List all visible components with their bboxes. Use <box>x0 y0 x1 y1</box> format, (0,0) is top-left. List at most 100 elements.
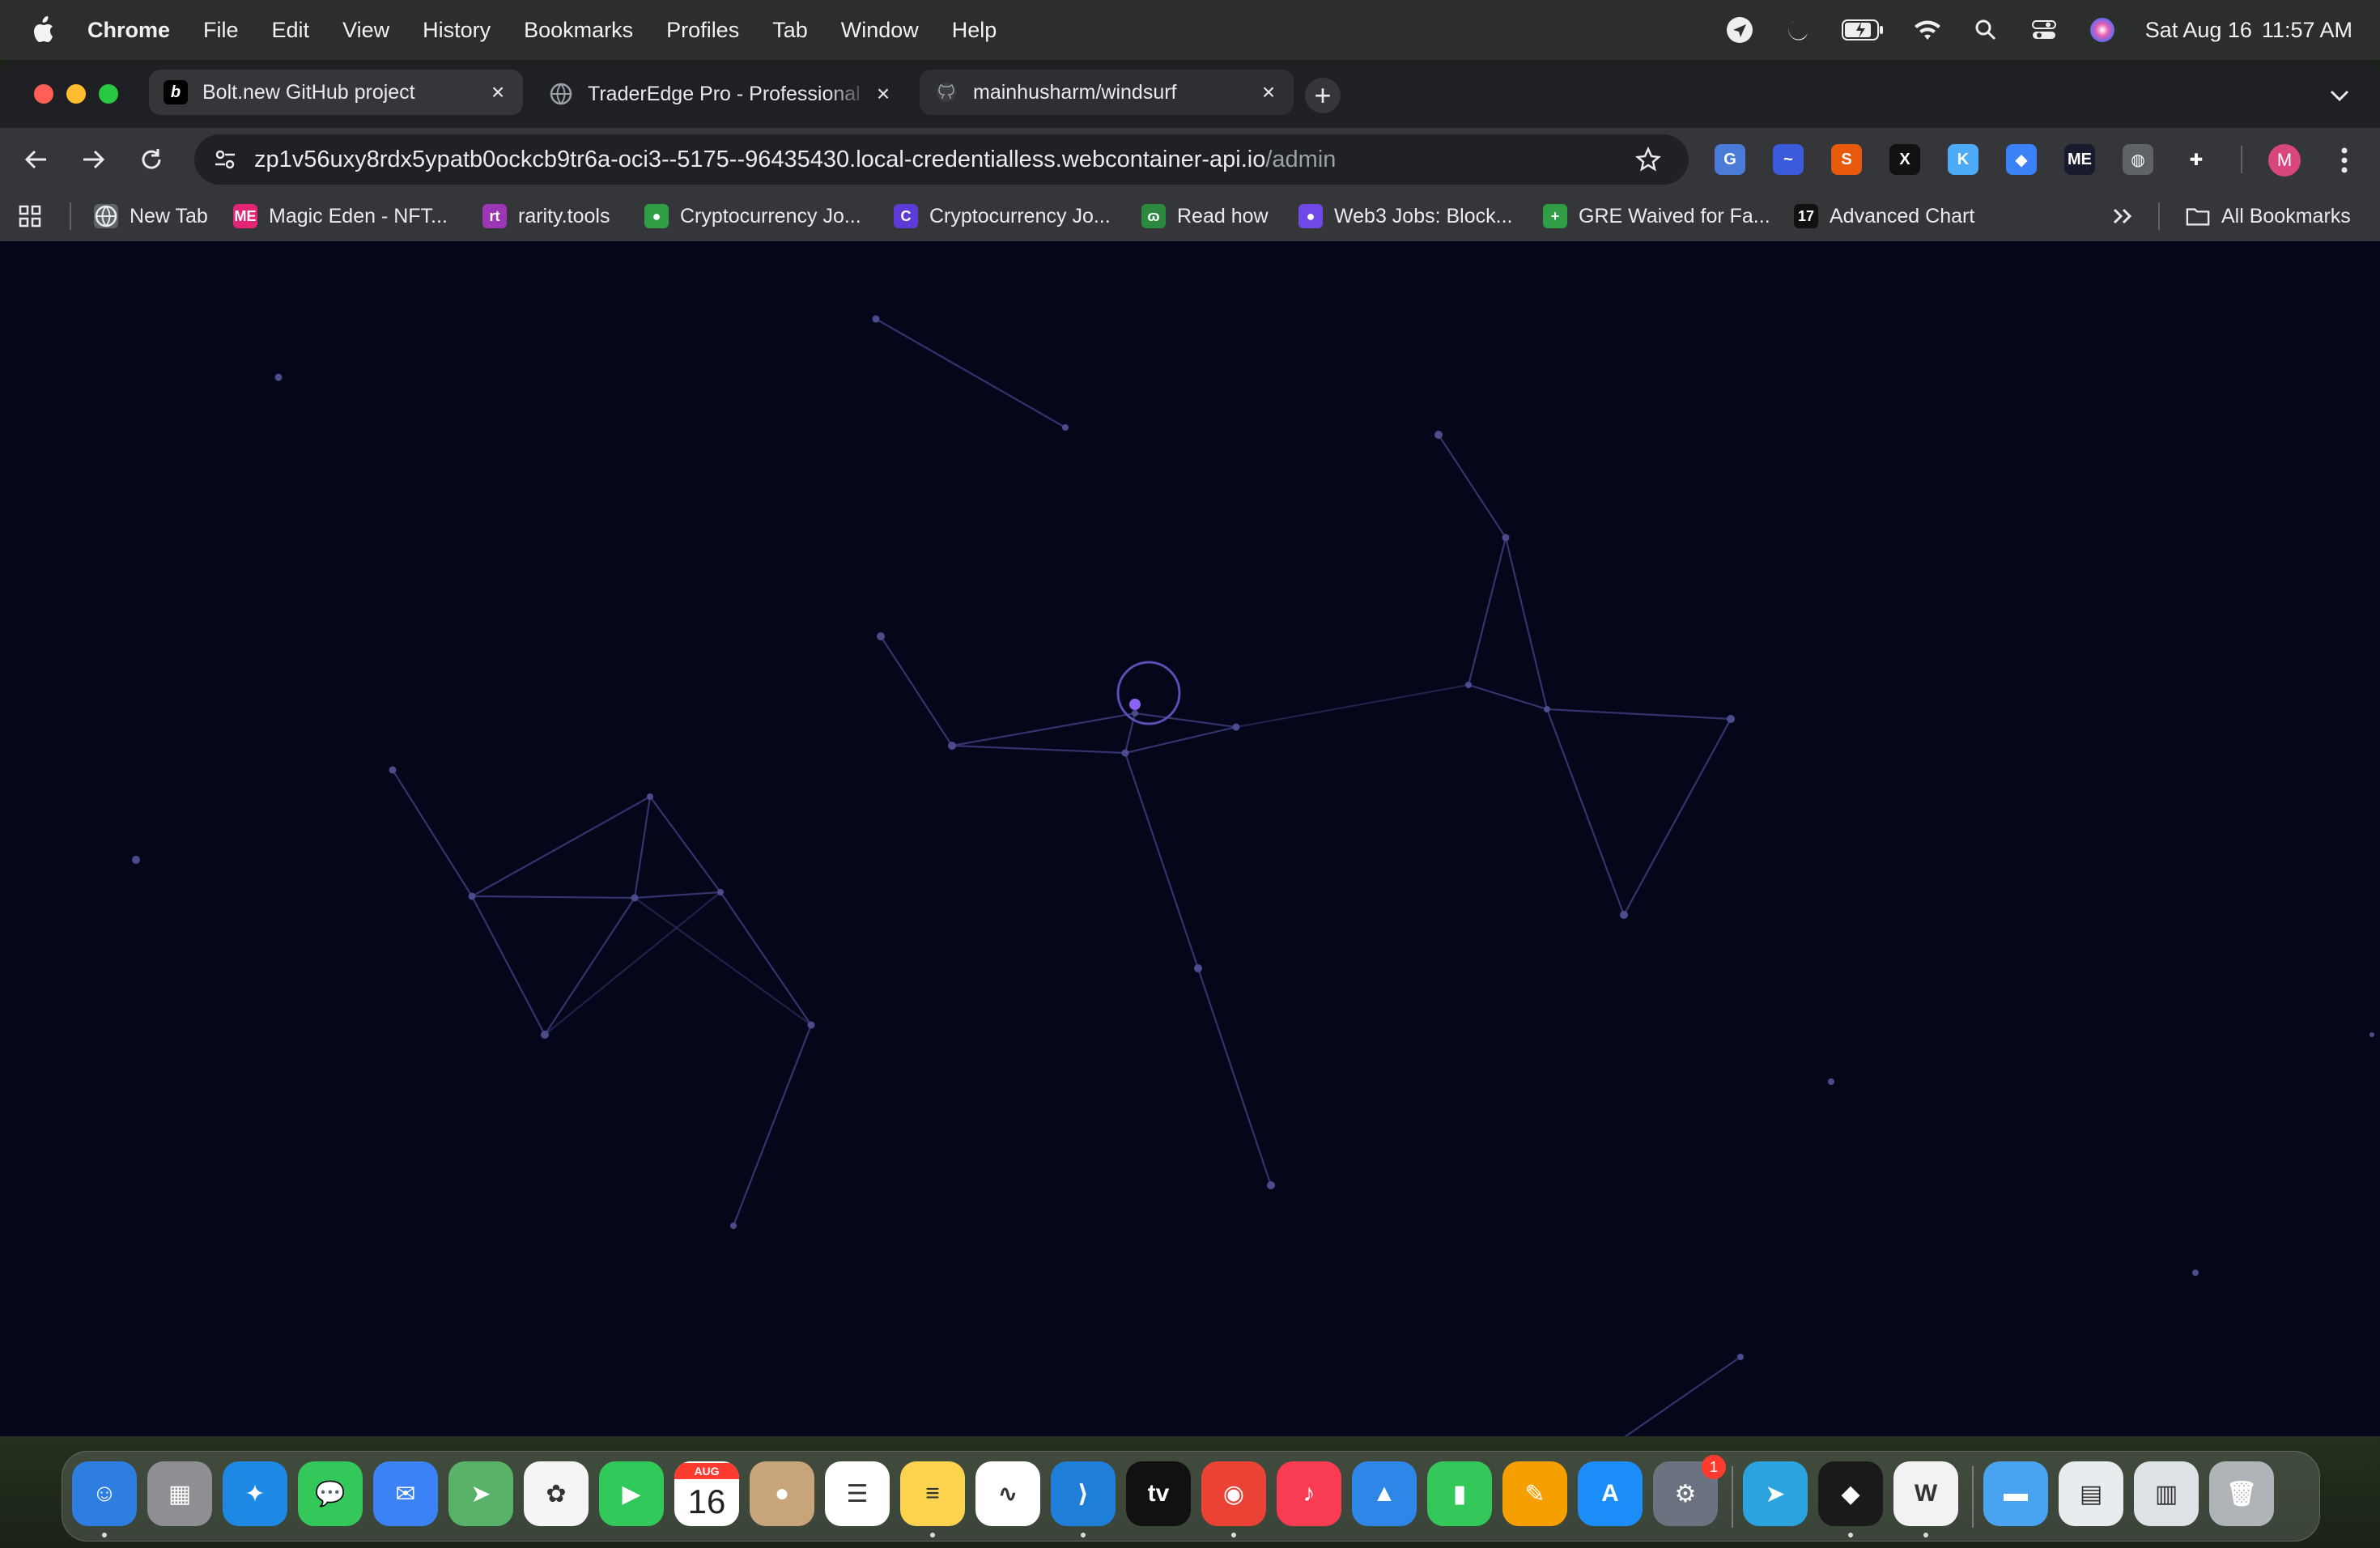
menu-profiles[interactable]: Profiles <box>666 18 739 43</box>
battery-icon[interactable] <box>1841 15 1885 45</box>
bookmark-item[interactable]: ● Web3 Jobs: Block... <box>1298 191 1512 241</box>
notification-badge: 1 <box>1702 1455 1726 1479</box>
network-edge <box>880 636 953 746</box>
menu-window[interactable]: Window <box>841 18 919 43</box>
profile-avatar[interactable]: M <box>2268 144 2301 176</box>
dock-chrome-icon[interactable]: ◉ <box>1201 1461 1266 1526</box>
close-tab-icon[interactable]: × <box>869 80 897 108</box>
network-node <box>807 1021 815 1029</box>
dock-pages-icon[interactable]: ✎ <box>1502 1461 1567 1526</box>
puzzle-icon[interactable]: ✚ <box>2181 144 2212 175</box>
dock-telegram-icon[interactable]: ➤ <box>1743 1461 1808 1526</box>
dock-reminders-icon[interactable]: ☰ <box>825 1461 890 1526</box>
dock-messages-icon[interactable]: 💬 <box>298 1461 363 1526</box>
dock-contacts-icon[interactable]: ● <box>750 1461 814 1526</box>
back-button[interactable] <box>16 139 57 180</box>
dock-freeform-icon[interactable]: ∿ <box>975 1461 1040 1526</box>
dock-numbers-icon[interactable]: ▮ <box>1427 1461 1492 1526</box>
tab-bolt[interactable]: b Bolt.new GitHub project × <box>149 70 523 115</box>
menubar-time[interactable]: 11:57 AM <box>2262 18 2352 43</box>
location-arrow-icon[interactable] <box>1724 15 1755 45</box>
apps-grid-icon[interactable] <box>18 191 42 241</box>
siri-icon[interactable] <box>2087 15 2118 45</box>
bookmark-item[interactable]: ● Cryptocurrency Jo... <box>644 191 861 241</box>
apple-menu-icon[interactable] <box>31 14 60 46</box>
tab-search-chevron-icon[interactable] <box>2323 79 2356 112</box>
dock-mail-icon[interactable]: ✉ <box>373 1461 438 1526</box>
bookmark-item[interactable]: rt rarity.tools <box>482 191 610 241</box>
ext-wave-icon[interactable]: ~ <box>1773 144 1804 175</box>
dock-facetime-icon[interactable]: ▶ <box>599 1461 664 1526</box>
more-menu-icon[interactable] <box>2328 144 2361 176</box>
menu-tab[interactable]: Tab <box>772 18 808 43</box>
magic-eden-icon[interactable]: ME <box>2064 144 2095 175</box>
dock-trash-icon[interactable]: 🗑 <box>2209 1461 2274 1526</box>
dock-calendar-icon[interactable]: AUG 16 <box>674 1461 739 1526</box>
all-bookmarks-button[interactable]: All Bookmarks <box>2186 191 2351 241</box>
network-edge <box>1545 708 1626 916</box>
new-tab-button[interactable]: + <box>1305 78 1341 113</box>
menu-help[interactable]: Help <box>952 18 997 43</box>
wifi-icon[interactable] <box>1912 15 1943 45</box>
site-info-icon[interactable] <box>209 143 241 176</box>
dock-screenshot-doc-icon[interactable]: ▥ <box>2134 1461 2199 1526</box>
dock-notes-icon[interactable]: ≡ <box>900 1461 965 1526</box>
address-bar[interactable]: zp1v56uxy8rdx5ypatb0ockcb9tr6a-oci3--517… <box>194 134 1689 185</box>
menu-app-name[interactable]: Chrome <box>87 18 170 43</box>
bookmark-item[interactable]: C Cryptocurrency Jo... <box>894 191 1111 241</box>
bookmark-item[interactable]: ɷ Read how <box>1141 191 1269 241</box>
bookmark-item[interactable]: New Tab <box>94 191 208 241</box>
dock-music-icon[interactable]: ♪ <box>1277 1461 1341 1526</box>
google-translate-icon[interactable]: G <box>1715 144 1745 175</box>
menu-file[interactable]: File <box>203 18 239 43</box>
network-edge <box>1468 683 1548 711</box>
bookmark-label: New Tab <box>130 204 208 228</box>
menu-edit[interactable]: Edit <box>272 18 310 43</box>
menu-view[interactable]: View <box>342 18 389 43</box>
bookmark-favicon-icon: 17 <box>1794 204 1818 228</box>
menubar-date[interactable]: Sat Aug 16 <box>2145 18 2252 43</box>
tab-traderedge[interactable]: TraderEdge Pro - Professional × <box>534 70 908 118</box>
close-tab-icon[interactable]: × <box>484 79 512 106</box>
bookmarks-bar: New Tab ME Magic Eden - NFT... rt rarity.too… <box>0 191 2380 242</box>
bookmark-star-icon[interactable] <box>1632 143 1664 176</box>
dock-keynote-icon[interactable]: ▲ <box>1352 1461 1417 1526</box>
dock-windsurf-icon[interactable]: W <box>1893 1461 1958 1526</box>
network-node <box>1194 964 1202 972</box>
menu-history[interactable]: History <box>423 18 491 43</box>
search-icon[interactable] <box>1970 15 2001 45</box>
dock-launchpad-icon[interactable]: ▦ <box>147 1461 212 1526</box>
moon-icon[interactable] <box>1783 15 1813 45</box>
dock-folder-icon[interactable]: ▬ <box>1983 1461 2048 1526</box>
dock-photos-icon[interactable]: ✿ <box>524 1461 589 1526</box>
bookmark-item[interactable]: 17 Advanced Chart <box>1794 191 1974 241</box>
close-tab-icon[interactable]: × <box>1255 79 1282 106</box>
bookmark-item[interactable]: ME Magic Eden - NFT... <box>233 191 448 241</box>
forward-button[interactable] <box>73 139 113 180</box>
bookmark-item[interactable]: + GRE Waived for Fa... <box>1543 191 1770 241</box>
dock-maps-icon[interactable]: ➤ <box>448 1461 513 1526</box>
x-icon[interactable]: X <box>1889 144 1920 175</box>
tab-windsurf[interactable]: mainhusharm/windsurf × <box>920 70 1294 115</box>
reload-button[interactable] <box>131 139 172 180</box>
page-canvas[interactable] <box>0 241 2380 1436</box>
ext-k-icon[interactable]: K <box>1948 144 1978 175</box>
dock-apple-tv-icon[interactable]: tv <box>1126 1461 1191 1526</box>
dock-app-store-icon[interactable]: A <box>1578 1461 1643 1526</box>
dock-preview-doc-icon[interactable]: ▤ <box>2059 1461 2123 1526</box>
bookmarks-overflow-icon[interactable] <box>2111 191 2134 241</box>
network-edge <box>544 891 721 1036</box>
dock-safari-icon[interactable]: ✦ <box>223 1461 287 1526</box>
dock-vscode-icon[interactable]: ⟩ <box>1051 1461 1116 1526</box>
dock: ☺ ▦ ✦ 💬 ✉ ➤ ✿ ▶ AUG 16 ● ☰ ≡ ∿ ⟩ tv ◉ ♪ ▲ ▮ ✎ A ⚙ 1 ➤ ◆ W ▬ ▤ ▥ 🗑 <box>62 1451 2320 1542</box>
control-center-icon[interactable] <box>2029 15 2059 45</box>
ext-s-icon[interactable]: S <box>1831 144 1862 175</box>
close-window-button[interactable] <box>34 84 53 104</box>
minimize-window-button[interactable] <box>66 84 86 104</box>
dock-cursor-icon[interactable]: ◆ <box>1818 1461 1883 1526</box>
globe-icon[interactable]: ◍ <box>2123 144 2153 175</box>
dock-finder-icon[interactable]: ☺ <box>72 1461 137 1526</box>
menu-bookmarks[interactable]: Bookmarks <box>524 18 633 43</box>
ext-diamond-icon[interactable]: ◆ <box>2006 144 2037 175</box>
zoom-window-button[interactable] <box>99 84 118 104</box>
